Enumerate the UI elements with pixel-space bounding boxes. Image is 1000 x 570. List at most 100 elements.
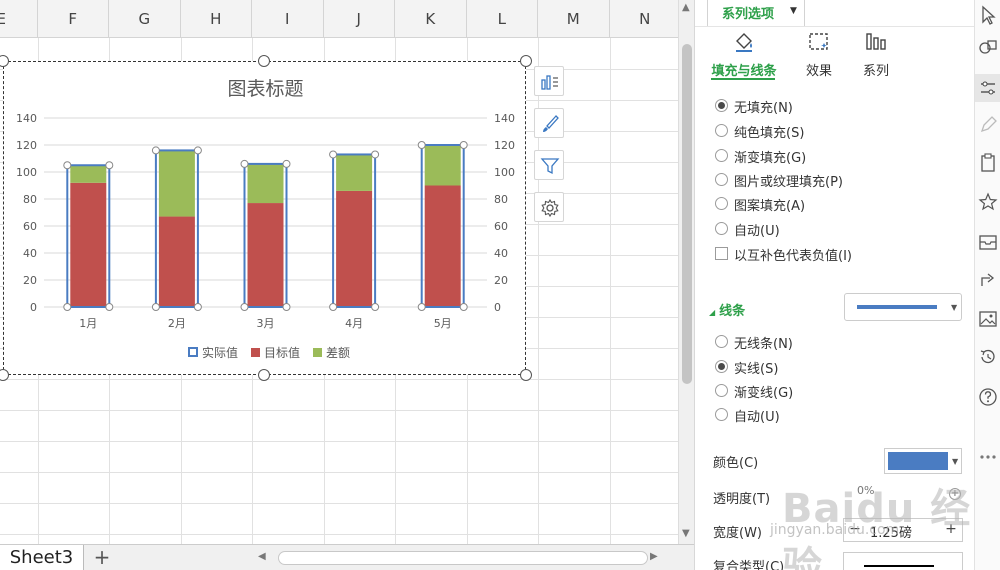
series-selection-handle bbox=[193, 146, 202, 155]
x-tick-label: 5月 bbox=[434, 317, 452, 330]
column-header-i[interactable]: I bbox=[252, 0, 324, 38]
series-icon bbox=[866, 33, 886, 50]
series-selection-handle bbox=[105, 161, 114, 170]
shapes-icon[interactable] bbox=[977, 36, 999, 58]
chevron-down-icon: ▼ bbox=[951, 303, 958, 312]
bar-target bbox=[247, 203, 284, 307]
column-header-n[interactable]: N bbox=[610, 0, 681, 38]
line-section-header[interactable]: ◢ 线条 bbox=[709, 300, 745, 319]
bar-target bbox=[336, 190, 373, 307]
share-icon[interactable] bbox=[977, 269, 999, 291]
line-width-stepper[interactable]: − 1.25磅 + bbox=[843, 518, 963, 542]
scroll-down-arrow-icon[interactable]: ▼ bbox=[682, 528, 690, 539]
sheet-tab-sheet3[interactable]: Sheet3 bbox=[0, 545, 84, 570]
radio-button[interactable] bbox=[715, 149, 728, 162]
chart-container[interactable]: 图表标题 0 0 20 20 40 40 60 60 80 80 100 100 120 120 140 14… bbox=[3, 61, 526, 375]
y-tick-label: 40 bbox=[23, 247, 37, 260]
chart-style-button[interactable] bbox=[534, 108, 564, 138]
resize-handle-top-right[interactable] bbox=[520, 55, 532, 67]
column-header-l[interactable]: L bbox=[467, 0, 538, 38]
compound-type-dropdown[interactable] bbox=[843, 552, 963, 570]
radio-button[interactable] bbox=[715, 124, 728, 137]
scroll-up-arrow-icon[interactable]: ▲ bbox=[682, 2, 690, 13]
fill-option-label: 渐变填充(G) bbox=[734, 151, 807, 166]
chart-settings-button[interactable] bbox=[534, 192, 564, 222]
properties-sliders-icon[interactable] bbox=[977, 77, 999, 99]
scroll-left-arrow-icon[interactable]: ◀ bbox=[258, 551, 266, 562]
column-header-f[interactable]: F bbox=[38, 0, 109, 38]
horizontal-scrollbar[interactable]: ◀ ▶ bbox=[256, 551, 660, 565]
width-decrease-button[interactable]: − bbox=[846, 521, 864, 537]
series-selection-handle bbox=[417, 303, 426, 311]
vertical-scroll-thumb[interactable] bbox=[682, 44, 692, 384]
column-header-row: EFGHIJKLMN bbox=[0, 0, 681, 38]
star-icon[interactable] bbox=[977, 191, 999, 213]
radio-button[interactable] bbox=[715, 197, 728, 210]
image-icon[interactable] bbox=[977, 308, 999, 330]
column-header-k[interactable]: K bbox=[395, 0, 467, 38]
legend-swatch bbox=[251, 348, 260, 357]
checkbox[interactable] bbox=[715, 247, 728, 260]
column-header-g[interactable]: G bbox=[109, 0, 181, 38]
line-option-label: 实线(S) bbox=[734, 362, 779, 377]
spreadsheet-area[interactable]: EFGHIJKLMN ▲ ▼ 图表标题 0 0 20 20 40 40 60 60 80 80 10… bbox=[0, 0, 694, 570]
tab-fill-and-line-label: 填充与线条 bbox=[711, 64, 777, 79]
chart-elements-button[interactable] bbox=[534, 66, 564, 96]
radio-button[interactable] bbox=[715, 360, 728, 373]
resize-handle-bottom[interactable] bbox=[258, 369, 270, 381]
vertical-scrollbar[interactable]: ▲ ▼ bbox=[678, 0, 694, 544]
series-selection-handle bbox=[459, 141, 468, 149]
width-value[interactable]: 1.25磅 bbox=[870, 522, 912, 541]
resize-handle-bottom-right[interactable] bbox=[520, 369, 532, 381]
chevron-down-icon: ▼ bbox=[790, 6, 797, 16]
resize-handle-top[interactable] bbox=[258, 55, 270, 67]
column-header-h[interactable]: H bbox=[181, 0, 252, 38]
series-selection-handle bbox=[63, 303, 72, 311]
collapse-triangle-icon: ◢ bbox=[709, 308, 716, 317]
chart-filter-button[interactable] bbox=[534, 150, 564, 180]
radio-button[interactable] bbox=[715, 99, 728, 112]
line-style-dropdown[interactable]: ▼ bbox=[844, 293, 962, 321]
clipboard-icon[interactable] bbox=[977, 152, 999, 174]
more-icon[interactable] bbox=[977, 446, 999, 468]
chart-filter-icon bbox=[540, 158, 560, 175]
chevron-down-icon: ▼ bbox=[952, 457, 959, 466]
scroll-right-arrow-icon[interactable]: ▶ bbox=[650, 551, 658, 562]
series-selection-handle bbox=[240, 159, 249, 168]
radio-button[interactable] bbox=[715, 173, 728, 186]
series-options-dropdown[interactable]: 系列选项 ▼ bbox=[707, 0, 805, 26]
width-increase-button[interactable]: + bbox=[942, 521, 960, 537]
inbox-icon[interactable] bbox=[977, 231, 999, 253]
y-tick-label: 100 bbox=[16, 166, 37, 179]
y2-tick-label: 120 bbox=[494, 139, 515, 152]
help-icon[interactable] bbox=[977, 386, 999, 408]
line-color-picker[interactable]: ▼ bbox=[884, 448, 962, 474]
series-selection-handle bbox=[459, 303, 468, 311]
radio-button[interactable] bbox=[715, 384, 728, 397]
column-header-e[interactable]: E bbox=[0, 0, 38, 38]
add-sheet-button[interactable]: + bbox=[92, 545, 112, 570]
fill-option-label: 无填充(N) bbox=[734, 101, 793, 116]
horizontal-scroll-thumb[interactable] bbox=[278, 551, 648, 565]
transparency-value[interactable]: 0% bbox=[857, 484, 874, 497]
tab-series-label: 系列 bbox=[862, 64, 889, 79]
bar-difference bbox=[158, 150, 195, 217]
column-header-j[interactable]: J bbox=[324, 0, 395, 38]
select-cursor-icon[interactable] bbox=[977, 4, 999, 26]
series-selection-handle bbox=[193, 303, 202, 311]
radio-button[interactable] bbox=[715, 222, 728, 235]
pen-disabled-icon[interactable] bbox=[977, 114, 999, 136]
fill-option-label: 图片或纹理填充(P) bbox=[734, 175, 843, 190]
legend-swatch bbox=[313, 348, 322, 357]
transparency-increase-icon[interactable]: + bbox=[949, 488, 961, 500]
pane-divider bbox=[695, 26, 975, 27]
history-icon[interactable] bbox=[977, 346, 999, 368]
series-selection-handle bbox=[151, 303, 160, 311]
column-header-m[interactable]: M bbox=[538, 0, 610, 38]
radio-button[interactable] bbox=[715, 408, 728, 421]
bar-difference bbox=[336, 154, 373, 191]
radio-button[interactable] bbox=[715, 335, 728, 348]
series-selection-handle bbox=[371, 303, 380, 311]
chart-plot: 0 0 20 20 40 40 60 60 80 80 100 100 120 120 140 140 1月 2月… bbox=[16, 112, 515, 360]
bar-target bbox=[158, 216, 195, 307]
